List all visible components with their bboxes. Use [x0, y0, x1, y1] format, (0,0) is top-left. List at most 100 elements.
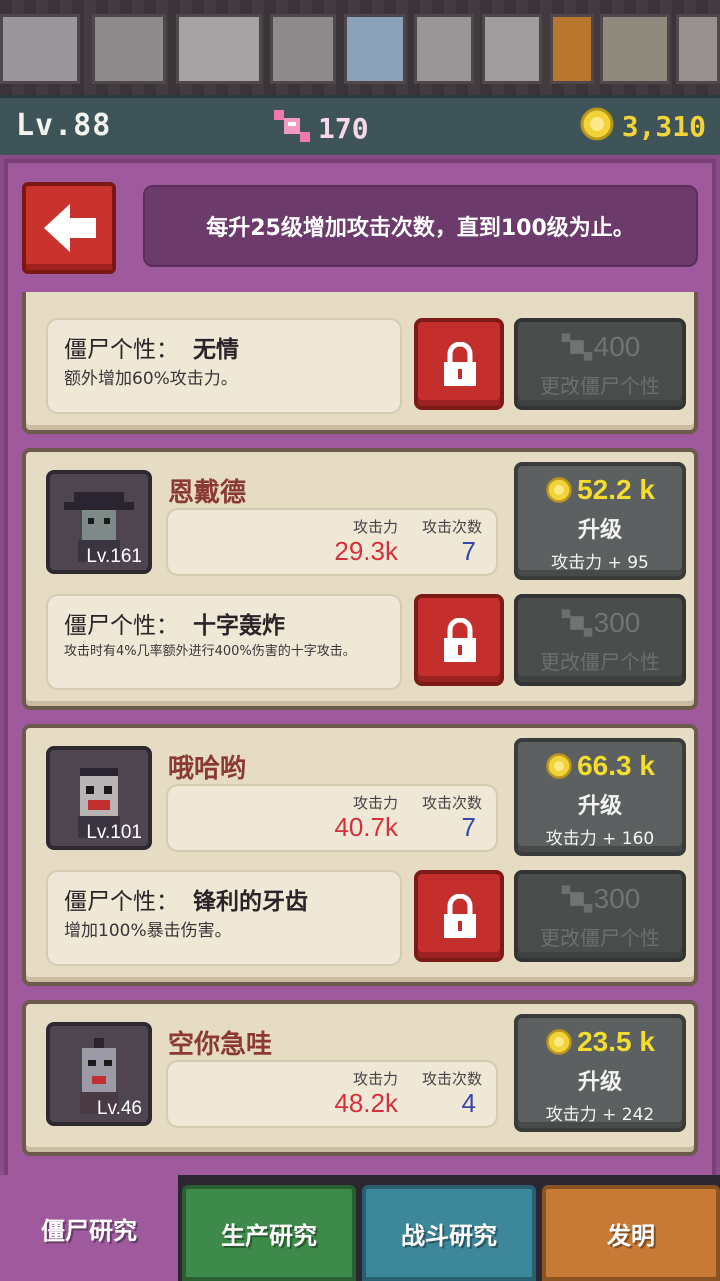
change-trait-button[interactable]: 300 更改僵尸个性: [514, 594, 686, 686]
zombie-list[interactable]: 僵尸个性： 无情 额外增加60%攻击力。 400 更改僵尸个性 Lv.161 恩…: [22, 292, 698, 1160]
tab-label: 发明: [607, 1221, 655, 1250]
zombie-tile: [414, 14, 474, 84]
attack-header: 攻击力: [352, 518, 398, 536]
zombie-tile: [0, 14, 80, 84]
attack-value: 29.3k: [334, 536, 398, 566]
tab-production-research[interactable]: 生产研究: [182, 1185, 356, 1281]
trait-description: 增加100%暴击伤害。: [64, 921, 232, 941]
upgrade-label: 升级: [577, 794, 622, 819]
upgrade-cost: 23.5 k: [518, 1026, 682, 1058]
zombie-card: Lv.161 恩戴德 攻击力 攻击次数 29.3k 7 52.2 k 升级 攻击…: [22, 448, 698, 710]
candy-icon: [272, 106, 312, 150]
zombie-tile: [270, 14, 336, 84]
trait-name: 无情: [193, 337, 239, 363]
tab-invention[interactable]: 发明: [542, 1185, 720, 1281]
player-level: Lv.88: [16, 108, 112, 143]
padlock-icon: [444, 618, 476, 662]
trait-box: 僵尸个性： 十字轰炸 攻击时有4%几率额外进行400%伤害的十字攻击。: [46, 594, 402, 690]
upgrade-bonus: 攻击力 + 160: [545, 829, 655, 849]
tab-label: 僵尸研究: [41, 1216, 137, 1245]
gold-coin-icon: [546, 477, 572, 503]
zombie-portrait[interactable]: Lv.46: [46, 1022, 152, 1126]
attack-count-header: 攻击次数: [421, 794, 482, 812]
zombie-portrait[interactable]: Lv.161: [46, 470, 152, 574]
gold-coin-icon: [546, 753, 572, 779]
attack-header: 攻击力: [352, 794, 398, 812]
change-trait-button[interactable]: 300 更改僵尸个性: [514, 870, 686, 962]
upgrade-bonus: 攻击力 + 95: [551, 553, 649, 573]
zombie-tile: [176, 14, 262, 84]
trait-line: 僵尸个性： 锋利的牙齿: [64, 882, 308, 916]
zombie-card: Lv.46 空你急哇 攻击力 攻击次数 48.2k 4 23.5 k 升级 攻击…: [22, 1000, 698, 1156]
zombie-tile: [600, 14, 670, 84]
candy-icon: [561, 885, 592, 913]
zombie-stats: 攻击力 攻击次数 40.7k 7: [166, 784, 498, 852]
zombie-level: Lv.46: [96, 1098, 142, 1119]
trait-label: 僵尸个性：: [64, 337, 179, 363]
trait-lock-button[interactable]: [414, 870, 504, 962]
change-cost-value: 300: [593, 607, 641, 638]
change-cost-value: 400: [593, 331, 641, 362]
gold-counter: 3,310: [580, 107, 706, 145]
trait-label: 僵尸个性：: [64, 613, 179, 639]
trait-name: 锋利的牙齿: [193, 889, 308, 915]
tab-combat-research[interactable]: 战斗研究: [362, 1185, 536, 1281]
trait-lock-button[interactable]: [414, 594, 504, 686]
info-banner: 每升25级增加攻击次数，直到100级为止。: [143, 185, 698, 267]
zombie-tile: [676, 14, 720, 84]
upgrade-cost-value: 52.2 k: [577, 474, 655, 505]
upgrade-cost: 66.3 k: [518, 750, 682, 782]
zombie-tile: [482, 14, 542, 84]
trait-line: 僵尸个性： 十字轰炸: [64, 606, 285, 640]
upgrade-button[interactable]: 23.5 k 升级 攻击力 + 242: [514, 1014, 686, 1132]
upgrade-label: 升级: [577, 1070, 622, 1095]
attack-value: 40.7k: [334, 812, 398, 842]
trait-description: 额外增加60%攻击力。: [64, 369, 238, 389]
trait-name: 十字轰炸: [193, 613, 285, 639]
zombie-card: Lv.101 哦哈哟 攻击力 攻击次数 40.7k 7 66.3 k 升级 攻击…: [22, 724, 698, 986]
change-cost-value: 300: [593, 883, 641, 914]
candy-icon: [561, 609, 592, 637]
zombie-banner: [0, 0, 720, 95]
attack-value: 48.2k: [334, 1088, 398, 1118]
attack-count-value: 7: [461, 536, 476, 566]
candy-icon: [561, 333, 592, 361]
attack-count-value: 4: [461, 1088, 476, 1118]
zombie-level: Lv.101: [86, 822, 142, 843]
upgrade-bonus: 攻击力 + 242: [545, 1105, 655, 1125]
candy-counter: 170: [272, 106, 369, 150]
zombie-name: 空你急哇: [168, 1030, 273, 1060]
trait-box: 僵尸个性： 锋利的牙齿 增加100%暴击伤害。: [46, 870, 402, 966]
zombie-stats: 攻击力 攻击次数 48.2k 4: [166, 1060, 498, 1128]
status-bar: Lv.88 170 3,310: [0, 95, 720, 155]
gold-amount: 3,310: [621, 109, 706, 143]
zombie-tile: [92, 14, 166, 84]
bottom-tab-bar: 僵尸研究 生产研究 战斗研究 发明: [0, 1175, 720, 1281]
zombie-portrait[interactable]: Lv.101: [46, 746, 152, 850]
left-arrow-icon: [44, 204, 96, 252]
tab-label: 生产研究: [221, 1221, 317, 1250]
trait-box: 僵尸个性： 无情 额外增加60%攻击力。: [46, 318, 402, 414]
zombie-tile: [344, 14, 406, 84]
back-button[interactable]: [22, 182, 116, 274]
trait-lock-button[interactable]: [414, 318, 504, 410]
upgrade-button[interactable]: 52.2 k 升级 攻击力 + 95: [514, 462, 686, 580]
upgrade-button[interactable]: 66.3 k 升级 攻击力 + 160: [514, 738, 686, 856]
attack-header: 攻击力: [352, 1070, 398, 1088]
upgrade-label: 升级: [577, 518, 622, 543]
zombie-tile: [550, 14, 594, 84]
zombie-name: 恩戴德: [168, 478, 247, 508]
change-cost: 300: [518, 882, 682, 916]
change-trait-label: 更改僵尸个性: [540, 926, 660, 950]
tab-zombie-research[interactable]: 僵尸研究: [0, 1175, 178, 1281]
candy-amount: 170: [318, 111, 369, 145]
zombie-card: 僵尸个性： 无情 额外增加60%攻击力。 400 更改僵尸个性: [22, 292, 698, 434]
attack-count-header: 攻击次数: [421, 1070, 482, 1088]
padlock-icon: [444, 894, 476, 938]
upgrade-cost-value: 66.3 k: [577, 750, 655, 781]
zombie-level: Lv.161: [86, 546, 142, 567]
upgrade-cost: 52.2 k: [518, 474, 682, 506]
zombie-stats: 攻击力 攻击次数 29.3k 7: [166, 508, 498, 576]
change-trait-label: 更改僵尸个性: [540, 374, 660, 398]
change-trait-button[interactable]: 400 更改僵尸个性: [514, 318, 686, 410]
